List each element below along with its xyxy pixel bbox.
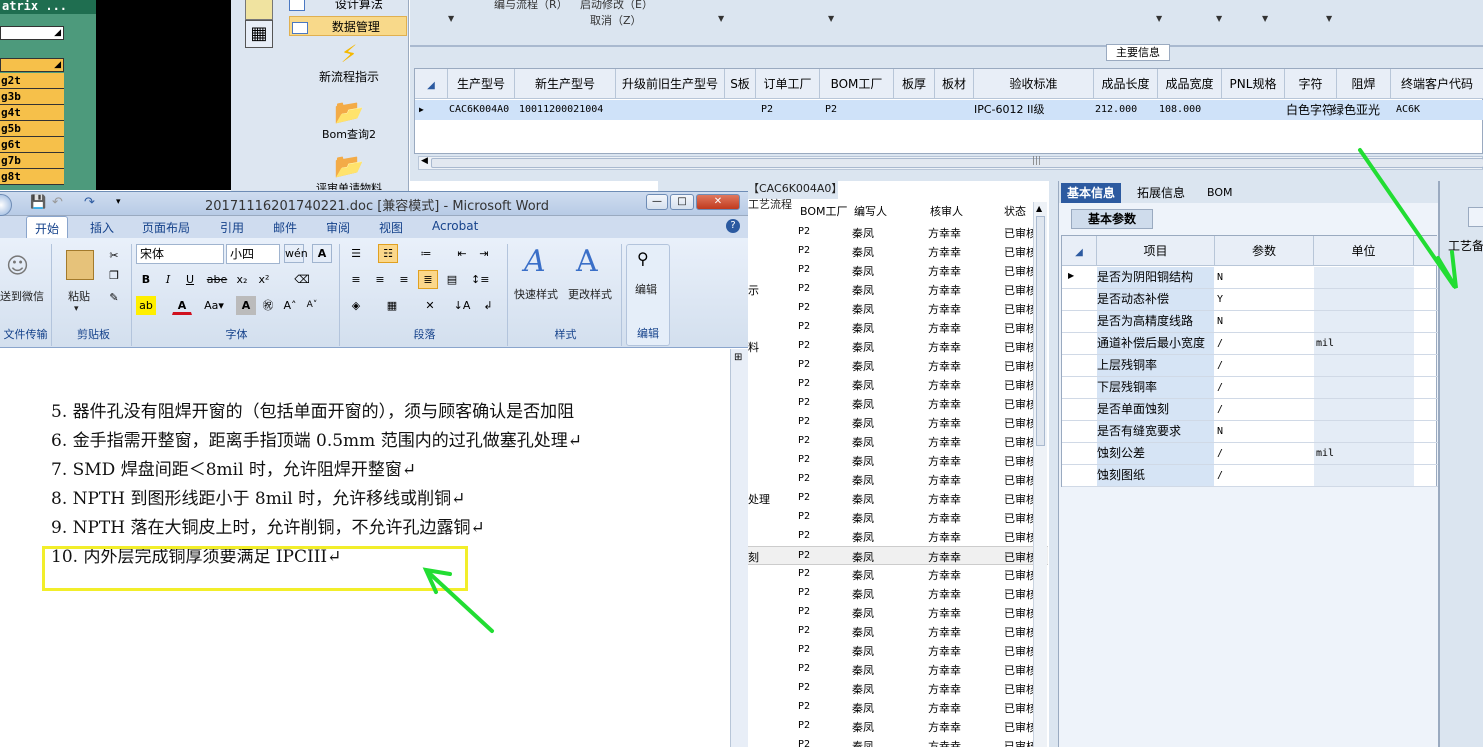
- arrow-line-doc: [426, 570, 494, 633]
- arrow-line-right: [1358, 148, 1456, 288]
- annotation-arrows: [422, 148, 1458, 633]
